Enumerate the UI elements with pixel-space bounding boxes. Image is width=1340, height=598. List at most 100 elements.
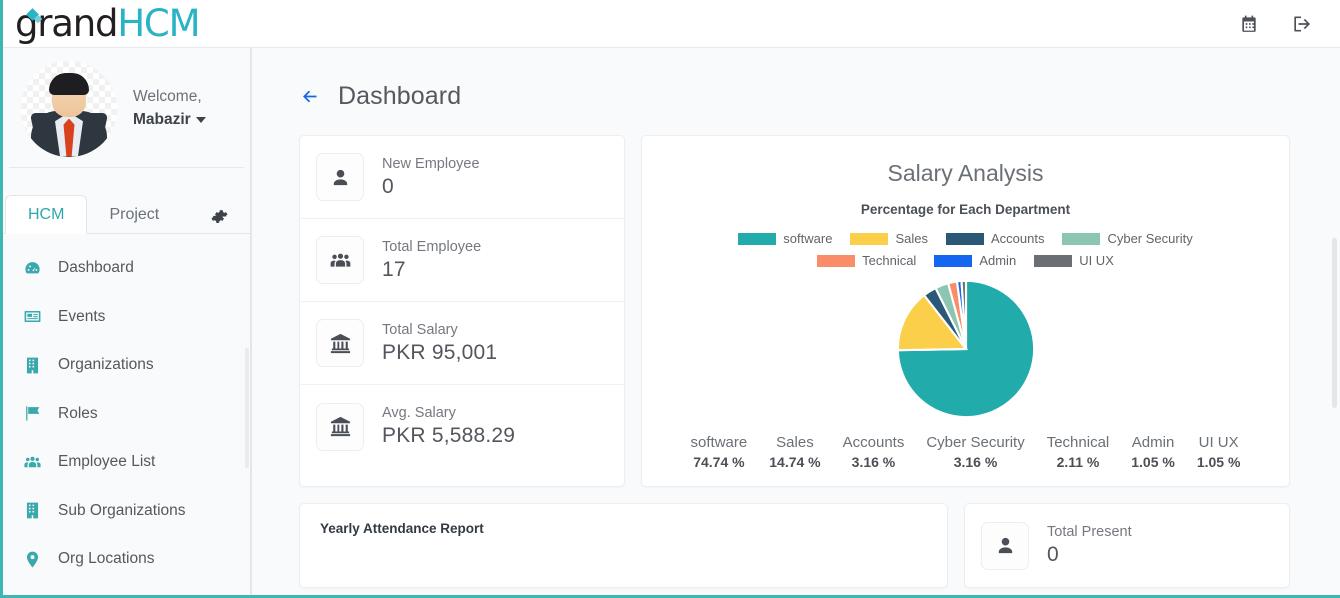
stat-label: Total Employee: [382, 239, 481, 255]
sidebar-tabs: HCM Project: [3, 192, 250, 234]
legend-item[interactable]: Technical: [817, 253, 916, 268]
pie-label: Technical 2.11 %: [1047, 434, 1110, 470]
legend-swatch: [850, 233, 888, 245]
pie-label: Accounts3.16 %: [843, 434, 905, 470]
main-content: Dashboard New Employee 0: [251, 48, 1340, 595]
welcome-label: Welcome,: [133, 86, 206, 108]
bank-icon: [316, 319, 364, 367]
stat-value: PKR 95,001: [382, 341, 497, 365]
chart-subtitle: Percentage for Each Department: [861, 202, 1070, 217]
pie-label-value: 1.05 %: [1131, 454, 1175, 470]
arrow-left-icon[interactable]: [299, 86, 320, 107]
legend-swatch: [1062, 233, 1100, 245]
sidebar-item-label: Roles: [58, 405, 98, 423]
stat-label: New Employee: [382, 156, 480, 172]
salary-analysis-chart-card: Salary Analysis Percentage for Each Depa…: [641, 135, 1290, 487]
sidebar-nav: Dashboard Events Organizations Roles: [3, 234, 250, 584]
user-icon: [316, 153, 364, 201]
logout-icon[interactable]: [1290, 13, 1312, 35]
legend-swatch: [946, 233, 984, 245]
pie-label: UI UX 1.05 %: [1197, 434, 1241, 470]
legend-item[interactable]: Cyber Security: [1062, 231, 1192, 246]
sidebar-item-roles[interactable]: Roles: [3, 390, 250, 439]
legend-swatch: [817, 255, 855, 267]
dashboard-gauge-icon: [19, 259, 45, 278]
pie-chart-svg: [895, 278, 1037, 420]
stat-value: 17: [382, 258, 481, 282]
pie-label-name: Technical: [1047, 434, 1110, 451]
stat-label: Total Present: [1047, 524, 1132, 540]
sidebar-item-employee-list[interactable]: Employee List: [3, 438, 250, 487]
legend-item[interactable]: Sales: [850, 231, 928, 246]
stat-value: 0: [1047, 543, 1132, 567]
legend-swatch: [934, 255, 972, 267]
pie-label-value: 2.11 %: [1047, 454, 1110, 470]
pie-chart[interactable]: [895, 278, 1037, 420]
pie-label-name: Cyber Security: [926, 434, 1024, 451]
sidebar-item-sub-organizations[interactable]: Sub Organizations: [3, 487, 250, 536]
building-icon: [19, 356, 45, 375]
sidebar-item-dashboard[interactable]: Dashboard: [3, 244, 250, 293]
calendar-icon[interactable]: [1238, 13, 1260, 35]
stat-label: Avg. Salary: [382, 405, 515, 421]
pie-label: software74.74 %: [691, 434, 748, 470]
legend-label: software: [783, 231, 832, 246]
sidebar-item-org-locations[interactable]: Org Locations: [3, 535, 250, 584]
sidebar-item-label: Org Locations: [58, 550, 155, 568]
app-logo[interactable]: grandHCM: [11, 0, 199, 48]
sidebar-item-label: Employee List: [58, 453, 155, 471]
pie-label-name: software: [691, 434, 748, 451]
sidebar-scrollbar[interactable]: [245, 348, 249, 468]
pie-label: Admin 1.05 %: [1131, 434, 1175, 470]
pie-label-name: Admin: [1131, 434, 1175, 451]
page-title: Dashboard: [338, 82, 461, 111]
avatar[interactable]: [21, 61, 117, 157]
main-scrollbar[interactable]: [1332, 238, 1337, 408]
logo-text-accent: HCM: [117, 2, 199, 45]
map-pin-icon: [19, 550, 45, 569]
pie-value-labels: software74.74 % Sales14.74 % Accounts3.16 …: [658, 434, 1273, 470]
attendance-title: Yearly Attendance Report: [320, 521, 927, 536]
pie-label: Cyber Security3.16 %: [926, 434, 1024, 470]
stat-total-employee: Total Employee 17: [300, 219, 624, 302]
stat-total-salary: Total Salary PKR 95,001: [300, 302, 624, 385]
welcome-block: Welcome, Mabazir: [133, 86, 206, 131]
sidebar-divider: [251, 48, 252, 595]
tab-hcm[interactable]: HCM: [5, 195, 87, 234]
stat-avg-salary: Avg. Salary PKR 5,588.29: [300, 385, 624, 468]
legend-label: Cyber Security: [1107, 231, 1192, 246]
bank-icon: [316, 403, 364, 451]
stat-total-present: Total Present 0: [965, 504, 1289, 587]
users-icon: [19, 453, 45, 472]
pie-label-value: 3.16 %: [843, 454, 905, 470]
users-group-icon: [316, 236, 364, 284]
legend-item[interactable]: UI UX: [1034, 253, 1114, 268]
pie-label-name: UI UX: [1197, 434, 1241, 451]
user-menu-button[interactable]: Mabazir: [133, 109, 206, 131]
sidebar-item-events[interactable]: Events: [3, 293, 250, 342]
sidebar-item-organizations[interactable]: Organizations: [3, 341, 250, 390]
building-icon: [19, 501, 45, 520]
pie-label-value: 1.05 %: [1197, 454, 1241, 470]
legend-label: UI UX: [1079, 253, 1114, 268]
stat-value: PKR 5,588.29: [382, 424, 515, 448]
gear-icon[interactable]: [211, 208, 228, 225]
sidebar-item-label: Organizations: [58, 356, 154, 374]
legend-label: Admin: [979, 253, 1016, 268]
top-bar: grandHCM: [3, 0, 1340, 48]
legend-item[interactable]: Admin: [934, 253, 1016, 268]
legend-item[interactable]: Accounts: [946, 231, 1044, 246]
top-row: New Employee 0 Total Employee 17: [251, 135, 1324, 487]
sidebar-item-label: Sub Organizations: [58, 502, 186, 520]
chart-title: Salary Analysis: [888, 160, 1044, 187]
pie-label: Sales14.74 %: [769, 434, 820, 470]
legend-swatch: [1034, 255, 1072, 267]
tab-project[interactable]: Project: [87, 196, 181, 233]
total-present-card: Total Present 0: [964, 503, 1290, 588]
profile-section: Welcome, Mabazir: [9, 48, 244, 168]
logo-text-dark: grand: [15, 2, 117, 45]
flag-icon: [19, 404, 45, 423]
legend-item[interactable]: software: [738, 231, 832, 246]
page-header: Dashboard: [251, 48, 1324, 135]
chevron-down-icon: [196, 117, 206, 123]
